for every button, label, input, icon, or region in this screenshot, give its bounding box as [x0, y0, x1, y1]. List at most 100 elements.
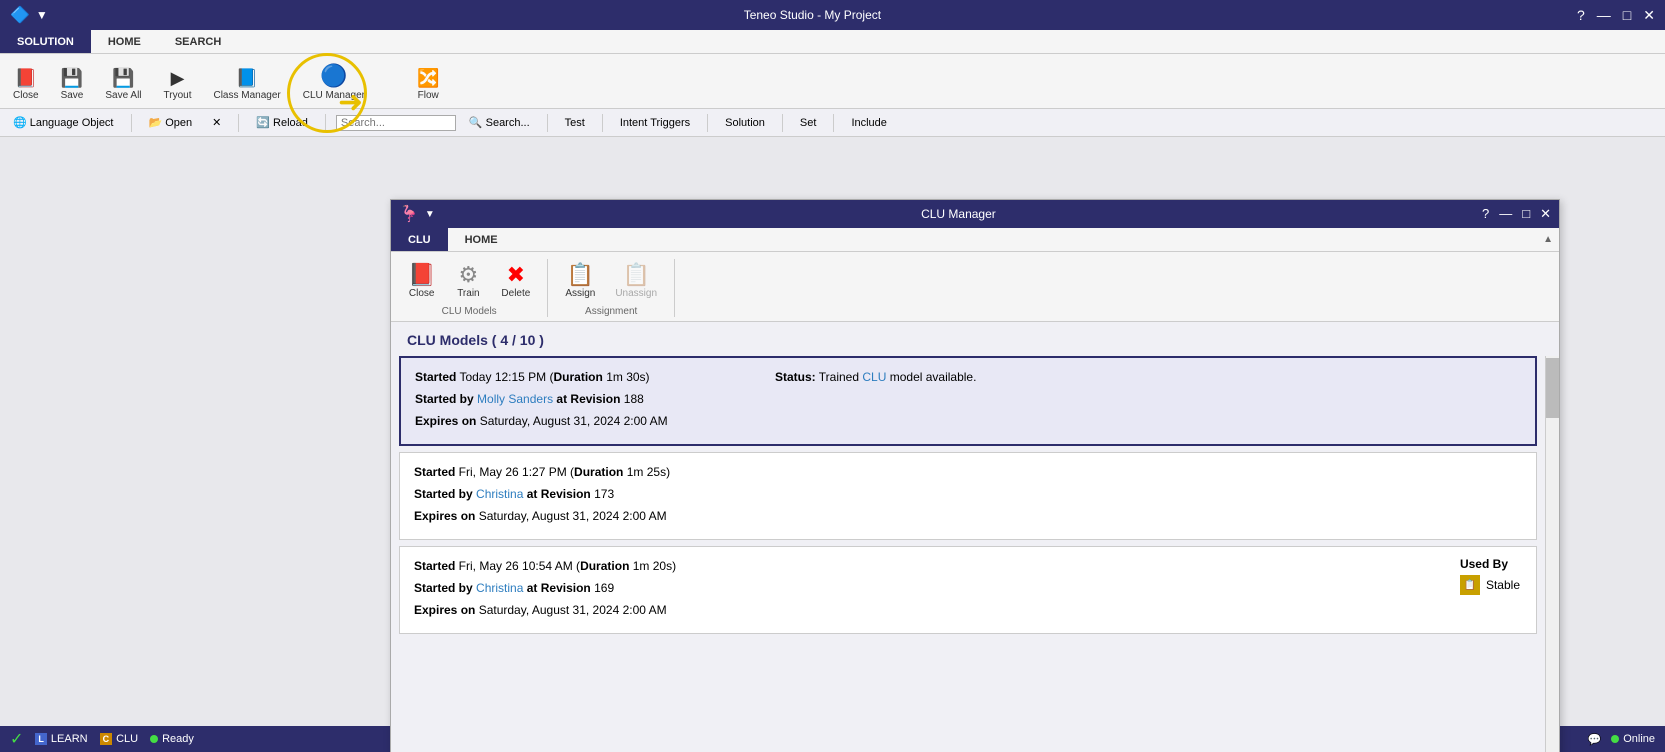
toolbar-search-btn[interactable]: 🔍 Search...	[462, 113, 537, 132]
tab-home[interactable]: HOME	[91, 30, 158, 53]
used-by-container: Used By 📋 Stable	[1460, 557, 1520, 595]
tryout-icon: ▶	[171, 68, 185, 89]
ribbon-close-button[interactable]: 📕 Close	[4, 65, 48, 104]
ribbon-save-label: Save	[61, 90, 84, 101]
maximize-button[interactable]: □	[1623, 7, 1631, 24]
close-icon: 📕	[15, 68, 37, 89]
toolbar-set[interactable]: Set	[793, 114, 824, 132]
outer-ribbon-content: 📕 Close 💾 Save 💾 Save All ▶ Tryout 📘 Cla	[0, 54, 1665, 109]
toolbar-solution[interactable]: Solution	[718, 114, 772, 132]
title-bar-dropdown[interactable]: ▼	[36, 8, 48, 22]
toolbar-open-label: Open	[165, 117, 192, 129]
save-icon: 💾	[61, 68, 83, 89]
model-card-1[interactable]: Started Today 12:15 PM (Duration 1m 30s)…	[399, 356, 1537, 446]
model-card-2-left: Started Fri, May 26 1:27 PM (Duration 1m…	[414, 463, 754, 529]
model-card-2-right	[754, 463, 1522, 529]
model-3-used-by: Used By 📋 Stable	[1460, 557, 1520, 595]
clu-flamingo-icon: 🦩	[399, 204, 419, 224]
clu-tab-home[interactable]: HOME	[448, 228, 515, 251]
model-2-started: Started Fri, May 26 1:27 PM (Duration 1m…	[414, 463, 754, 481]
clu-models-list: Started Today 12:15 PM (Duration 1m 30s)…	[391, 356, 1545, 752]
clu-window-title: CLU Manager	[921, 207, 996, 221]
model-card-3[interactable]: Started Fri, May 26 10:54 AM (Duration 1…	[399, 546, 1537, 634]
flow-icon: 🔀	[417, 68, 439, 89]
clu-train-icon: ⚙	[459, 264, 479, 286]
toolbar-test[interactable]: Test	[558, 114, 592, 132]
clu-close-button[interactable]: ✕	[1540, 206, 1551, 222]
clu-minimize-button[interactable]: —	[1499, 206, 1512, 222]
clu-ribbon-content: 📕 Close ⚙ Train ✖ Delete CLU Models	[391, 252, 1559, 322]
clu-assign-button[interactable]: 📋 Assign	[556, 259, 604, 304]
stable-label: Stable	[1486, 578, 1520, 592]
clu-title-left: 🦩 ▼	[399, 204, 435, 224]
stable-icon: 📋	[1460, 575, 1480, 595]
toolbar-separator-8	[833, 114, 834, 132]
toolbar-set-label: Set	[800, 117, 817, 129]
clu-unassign-icon: 📋	[622, 264, 649, 286]
save-all-icon: 💾	[112, 68, 134, 89]
close-app-button[interactable]: ✕	[1643, 7, 1655, 24]
clu-delete-label: Delete	[501, 288, 530, 299]
outer-app: SOLUTION HOME SEARCH 📕 Close 💾 Save 💾 Sa…	[0, 30, 1665, 752]
model-2-started-by: Started by Christina at Revision 173	[414, 485, 754, 503]
toolbar-solution-label: Solution	[725, 117, 765, 129]
toolbar-reload-label: Reload	[273, 117, 308, 129]
model-1-status: Status: Trained CLU model available.	[775, 368, 1521, 386]
outer-ribbon: SOLUTION HOME SEARCH 📕 Close 💾 Save 💾 Sa…	[0, 30, 1665, 109]
status-clu-label: CLU	[116, 733, 138, 745]
ribbon-save-all-label: Save All	[105, 90, 141, 101]
clu-train-button[interactable]: ⚙ Train	[446, 259, 490, 304]
clu-tab-clu[interactable]: CLU	[391, 228, 448, 251]
used-by-label: Used By	[1460, 557, 1508, 571]
toolbar-open[interactable]: 📂 Open	[142, 113, 200, 132]
clu-delete-button[interactable]: ✖ Delete	[492, 259, 539, 304]
toolbar-intent-triggers[interactable]: Intent Triggers	[613, 114, 697, 132]
ribbon-save-button[interactable]: 💾 Save	[52, 65, 93, 104]
remove-icon: ✕	[212, 116, 221, 129]
clu-title-dropdown[interactable]: ▼	[425, 209, 435, 220]
toolbar-reload[interactable]: 🔄 Reload	[249, 113, 315, 132]
ribbon-flow-button[interactable]: 🔀 Flow	[408, 65, 448, 104]
clu-train-label: Train	[457, 288, 479, 299]
clu-status-icon: C	[100, 733, 113, 745]
clu-expand-icon[interactable]: ▲	[1543, 228, 1559, 251]
toolbar-language-object[interactable]: 🌐 Language Object	[6, 113, 121, 132]
used-by-stable: 📋 Stable	[1460, 575, 1520, 595]
reload-icon: 🔄	[256, 116, 270, 129]
chat-icon[interactable]: 💬	[1588, 733, 1602, 746]
toolbar-include[interactable]: Include	[844, 114, 893, 132]
clu-help-button[interactable]: ?	[1482, 206, 1489, 222]
model-card-1-right: Status: Trained CLU model available.	[755, 368, 1521, 434]
clu-assign-icon: 📋	[567, 264, 594, 286]
minimize-button[interactable]: —	[1597, 7, 1611, 24]
ribbon-save-all-button[interactable]: 💾 Save All	[96, 65, 150, 104]
help-button[interactable]: ?	[1577, 7, 1585, 24]
model-card-2[interactable]: Started Fri, May 26 1:27 PM (Duration 1m…	[399, 452, 1537, 540]
model-card-1-left: Started Today 12:15 PM (Duration 1m 30s)…	[415, 368, 755, 434]
ribbon-class-manager-button[interactable]: 📘 Class Manager	[204, 65, 289, 104]
model-card-3-left: Started Fri, May 26 10:54 AM (Duration 1…	[414, 557, 754, 623]
clu-manager-window: 🦩 ▼ CLU Manager ? — □ ✕ CLU HOME ▲	[390, 199, 1560, 752]
tab-search[interactable]: SEARCH	[158, 30, 238, 53]
learn-icon: L	[35, 733, 47, 745]
scrollbar-track[interactable]	[1545, 356, 1559, 752]
toolbar-include-label: Include	[851, 117, 886, 129]
clu-unassign-label: Unassign	[615, 288, 657, 299]
scrollbar-thumb[interactable]	[1546, 358, 1559, 418]
toolbar-remove[interactable]: ✕	[205, 113, 228, 132]
clu-models-group-label: CLU Models	[442, 306, 497, 317]
clu-close-icon: 📕	[408, 264, 435, 286]
ribbon-tryout-button[interactable]: ▶ Tryout	[155, 65, 201, 104]
tab-solution[interactable]: SOLUTION	[0, 30, 91, 53]
toolbar-separator-6	[707, 114, 708, 132]
online-dot	[1611, 735, 1619, 743]
clu-close-button[interactable]: 📕 Close	[399, 259, 444, 304]
clu-maximize-button[interactable]: □	[1522, 206, 1530, 222]
app-title: Teneo Studio - My Project	[48, 8, 1577, 22]
clu-assignment-buttons: 📋 Assign 📋 Unassign	[556, 259, 666, 304]
toolbar-separator-7	[782, 114, 783, 132]
model-3-started-by: Started by Christina at Revision 169	[414, 579, 754, 597]
clu-unassign-button[interactable]: 📋 Unassign	[606, 259, 666, 304]
clu-models-header: CLU Models ( 4 / 10 )	[391, 322, 1559, 356]
status-learn-label: LEARN	[51, 733, 88, 745]
